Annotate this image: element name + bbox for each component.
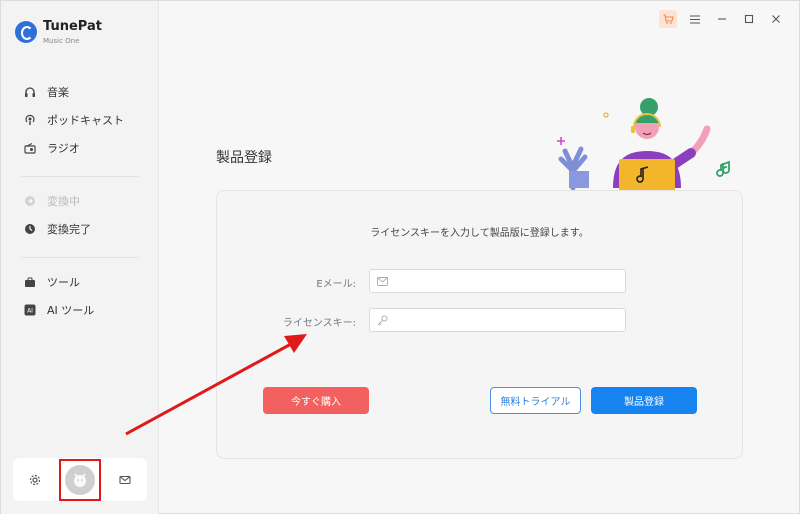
mail-icon — [376, 275, 388, 287]
ai-icon: AI — [23, 303, 37, 317]
sidebar-item-radio[interactable]: ラジオ — [1, 134, 159, 162]
registration-intro: ライセンスキーを入力して製品版に登録します。 — [370, 228, 589, 239]
mail-icon[interactable] — [117, 472, 133, 488]
license-key-row: ライセンスキー: — [217, 308, 742, 332]
menu-icon[interactable] — [686, 10, 704, 28]
app-name: TunePat — [43, 19, 102, 34]
sidebar-bottom-bar — [13, 458, 147, 501]
avatar-icon[interactable] — [65, 464, 95, 495]
sidebar-item-label: AI ツール — [47, 304, 95, 317]
sidebar-divider — [21, 257, 139, 258]
sidebar-item-label: ポッドキャスト — [47, 114, 124, 127]
headphones-icon — [23, 85, 37, 99]
nav-tools: ツール AI AI ツール — [1, 268, 159, 324]
page-title: 製品登録 — [216, 150, 272, 166]
free-trial-button[interactable]: 無料トライアル — [490, 387, 581, 414]
nav-main: 音楽 ポッドキャスト ラジオ — [1, 78, 159, 162]
email-row: Eメール: — [217, 269, 742, 293]
registration-card: ライセンスキーを入力して製品版に登録します。 Eメール: ライセンスキー: 今す… — [216, 190, 743, 459]
app-window: TunePat Music One 音楽 ポッドキャスト ラジオ 変換中 変換完… — [0, 0, 800, 514]
sidebar-divider — [21, 176, 139, 177]
sidebar-item-music[interactable]: 音楽 — [1, 78, 159, 106]
radio-icon — [23, 141, 37, 155]
gear-icon[interactable] — [27, 472, 43, 488]
toolbox-icon — [23, 275, 37, 289]
window-controls — [659, 10, 785, 28]
sidebar-item-ai-tools[interactable]: AI AI ツール — [1, 296, 159, 324]
nav-conversion: 変換中 変換完了 — [1, 187, 159, 243]
license-key-input[interactable] — [394, 314, 614, 326]
sidebar-item-tools[interactable]: ツール — [1, 268, 159, 296]
registration-illustration — [557, 98, 730, 191]
converting-icon — [23, 194, 37, 208]
cart-icon[interactable] — [659, 10, 677, 28]
key-icon — [376, 314, 388, 326]
sidebar-item-converted[interactable]: 変換完了 — [1, 215, 159, 243]
buy-now-button[interactable]: 今すぐ購入 — [263, 387, 369, 414]
app-subtitle: Music One — [43, 37, 80, 45]
brand: TunePat Music One — [15, 19, 102, 45]
sidebar-item-converting[interactable]: 変換中 — [1, 187, 159, 215]
license-key-label: ライセンスキー: — [282, 318, 356, 329]
sidebar: TunePat Music One 音楽 ポッドキャスト ラジオ 変換中 変換完… — [1, 1, 159, 514]
register-button[interactable]: 製品登録 — [591, 387, 697, 414]
maximize-icon[interactable] — [740, 10, 758, 28]
clock-icon — [23, 222, 37, 236]
sidebar-item-label: 音楽 — [47, 86, 69, 99]
sidebar-item-label: ツール — [47, 276, 80, 289]
svg-text:AI: AI — [27, 308, 33, 315]
minimize-icon[interactable] — [713, 10, 731, 28]
sidebar-item-label: 変換中 — [47, 195, 80, 208]
close-icon[interactable] — [767, 10, 785, 28]
email-input[interactable] — [394, 275, 614, 287]
email-label: Eメール: — [316, 279, 356, 290]
sidebar-item-label: 変換完了 — [47, 223, 91, 236]
license-key-field-box — [369, 308, 626, 332]
sidebar-item-label: ラジオ — [47, 142, 80, 155]
podcast-icon — [23, 113, 37, 127]
tunepat-logo-icon — [15, 21, 37, 43]
avatar-highlight — [59, 458, 101, 501]
email-field-box — [369, 269, 626, 293]
sidebar-item-podcast[interactable]: ポッドキャスト — [1, 106, 159, 134]
